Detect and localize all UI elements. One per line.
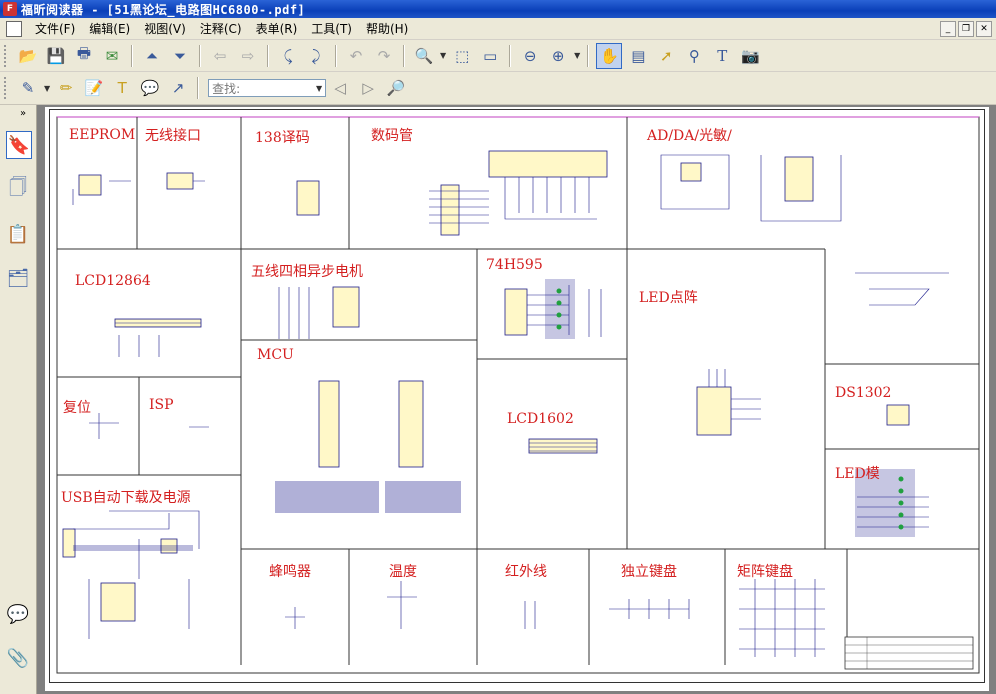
mdi-window-controls: _ ❐ ✕	[940, 20, 992, 37]
menu-tools[interactable]: 工具(T)	[304, 20, 359, 37]
menu-comment[interactable]: 注释(C)	[193, 20, 249, 37]
chevron-down-icon[interactable]: ▼	[44, 84, 50, 93]
label-ds1302: DS1302	[835, 385, 892, 401]
pencil-icon[interactable]: ✏	[54, 76, 78, 100]
menu-view[interactable]: 视图(V)	[137, 20, 193, 37]
label-infrared: 红外线	[505, 564, 547, 580]
label-ledmatrix: LED点阵	[639, 290, 698, 306]
note-icon[interactable]: 📝	[82, 76, 106, 100]
search-input[interactable]: 查找: ▼	[208, 79, 327, 97]
layers-icon[interactable]: 🗂	[6, 265, 30, 291]
label-buzzer: 蜂鸣器	[269, 564, 311, 580]
redo-icon[interactable]: ↷	[372, 44, 396, 68]
document-icon[interactable]	[6, 20, 22, 37]
page-down-icon[interactable]: ⏷	[168, 44, 192, 68]
save-icon[interactable]: 💾	[44, 44, 68, 68]
pdf-page: EEPROM 无线接口 138译码 数码管 AD/DA/光敏/ LCD12864…	[45, 107, 989, 691]
bookmarks-icon[interactable]: 🔖	[6, 131, 32, 159]
comment-icon[interactable]: 💬	[138, 76, 162, 100]
forward-icon[interactable]: ⇨	[236, 44, 260, 68]
label-eeprom: EEPROM	[69, 127, 136, 143]
toolbar-separator	[199, 44, 201, 67]
binoculars-icon[interactable]: ⚲	[682, 44, 706, 68]
label-lcd12864: LCD12864	[75, 273, 151, 289]
undo-icon[interactable]: ↶	[344, 44, 368, 68]
comments-panel-icon[interactable]: 💬	[6, 601, 30, 627]
toolbar-separator	[267, 44, 269, 67]
attachments-icon[interactable]: 📎	[6, 645, 30, 671]
menu-form[interactable]: 表单(R)	[249, 20, 305, 37]
back-icon[interactable]: ⇦	[208, 44, 232, 68]
textbox-icon[interactable]: T	[110, 76, 134, 100]
label-lcd1602: LCD1602	[507, 411, 574, 427]
fit-width-icon[interactable]: ▭	[478, 44, 502, 68]
select-arrow-icon[interactable]: ➚	[654, 44, 678, 68]
chevron-down-icon[interactable]: ▼	[316, 84, 322, 93]
menu-edit[interactable]: 编辑(E)	[82, 20, 137, 37]
fit-page-icon[interactable]: ⬚	[450, 44, 474, 68]
label-matrixkeys: 矩阵键盘	[737, 564, 793, 580]
arrow-tool-icon[interactable]: ↗	[166, 76, 190, 100]
text-select-icon[interactable]: T	[710, 44, 734, 68]
label-ledmod: LED模	[835, 466, 880, 482]
menu-file[interactable]: 文件(F)	[28, 20, 82, 37]
zoom-in-icon[interactable]: ⊕	[546, 44, 570, 68]
toolbar-separator	[131, 44, 133, 67]
minimize-icon[interactable]: _	[940, 20, 956, 37]
label-isp: ISP	[149, 397, 174, 413]
menu-bar: 文件(F) 编辑(E) 视图(V) 注释(C) 表单(R) 工具(T) 帮助(H…	[0, 18, 996, 40]
restore-icon[interactable]: ❐	[958, 20, 974, 37]
label-usb: USB自动下载及电源	[61, 490, 191, 506]
advanced-search-icon[interactable]: 🔎	[384, 76, 408, 100]
main-toolbar: 📂 💾 🖶 ✉ ⏶ ⏷ ⇦ ⇨ ⤹ ⤸ ↶ ↷ 🔍 ▼ ⬚ ▭ ⊖ ⊕ ▼ ✋ …	[0, 40, 996, 72]
rotate-left-icon[interactable]: ⤹	[276, 44, 300, 68]
label-stepper: 五线四相异步电机	[251, 264, 363, 280]
find-next-icon[interactable]: ▷	[356, 76, 380, 100]
menu-help[interactable]: 帮助(H)	[359, 20, 415, 37]
find-previous-icon[interactable]: ◁	[328, 76, 352, 100]
label-mcu: MCU	[257, 347, 294, 363]
navigation-sidebar: » 🔖 🗍 📋 🗂 💬 📎	[0, 105, 37, 694]
label-keys: 独立键盘	[621, 564, 677, 580]
annotations-icon[interactable]: 📋	[6, 221, 30, 247]
label-reset: 复位	[63, 400, 91, 416]
hand-tool-icon[interactable]: ✋	[596, 42, 623, 69]
label-digitube: 数码管	[371, 128, 413, 144]
close-icon[interactable]: ✕	[976, 20, 992, 37]
label-wireless: 无线接口	[145, 128, 201, 144]
foxit-app-icon: F	[3, 2, 17, 16]
label-hc595: 74H595	[486, 257, 543, 273]
toolbar-separator	[509, 44, 512, 67]
pen-edit-icon[interactable]: ✎	[16, 76, 40, 100]
chevron-down-icon[interactable]: ▼	[574, 51, 580, 60]
zoom-icon[interactable]: 🔍	[412, 44, 436, 68]
snapshot-icon[interactable]: 📷	[738, 44, 762, 68]
rotate-right-icon[interactable]: ⤸	[304, 44, 328, 68]
toolbar-separator	[587, 44, 590, 67]
toolbar-separator	[335, 44, 337, 67]
toolbar-grip[interactable]	[4, 44, 9, 67]
toolbar-grip[interactable]	[4, 77, 9, 99]
toolbar-separator	[197, 77, 200, 99]
open-folder-icon[interactable]: 📂	[16, 44, 40, 68]
label-decoder138: 138译码	[255, 130, 310, 146]
print-icon[interactable]: 🖶	[72, 44, 96, 68]
label-temp: 温度	[389, 564, 417, 580]
marquee-icon[interactable]: ▤	[626, 44, 650, 68]
window-titlebar: F 福昕阅读器 - [51黑论坛_电路图HC6800-.pdf]	[0, 0, 996, 18]
label-adda: AD/DA/光敏/	[647, 128, 732, 144]
toolbar-separator	[403, 44, 405, 67]
annotation-toolbar: ✎ ▼ ✏ 📝 T 💬 ↗ 查找: ▼ ◁ ▷ 🔎	[0, 72, 996, 105]
window-title: 福昕阅读器 - [51黑论坛_电路图HC6800-.pdf]	[21, 2, 306, 17]
email-icon[interactable]: ✉	[100, 44, 124, 68]
document-viewer[interactable]: EEPROM 无线接口 138译码 数码管 AD/DA/光敏/ LCD12864…	[37, 105, 996, 694]
search-placeholder: 查找:	[212, 81, 241, 96]
sidebar-toggle-icon[interactable]: »	[20, 108, 26, 119]
page-up-icon[interactable]: ⏶	[140, 44, 164, 68]
chevron-down-icon[interactable]: ▼	[440, 51, 446, 60]
zoom-out-icon[interactable]: ⊖	[518, 44, 542, 68]
pages-icon[interactable]: 🗍	[6, 177, 30, 203]
